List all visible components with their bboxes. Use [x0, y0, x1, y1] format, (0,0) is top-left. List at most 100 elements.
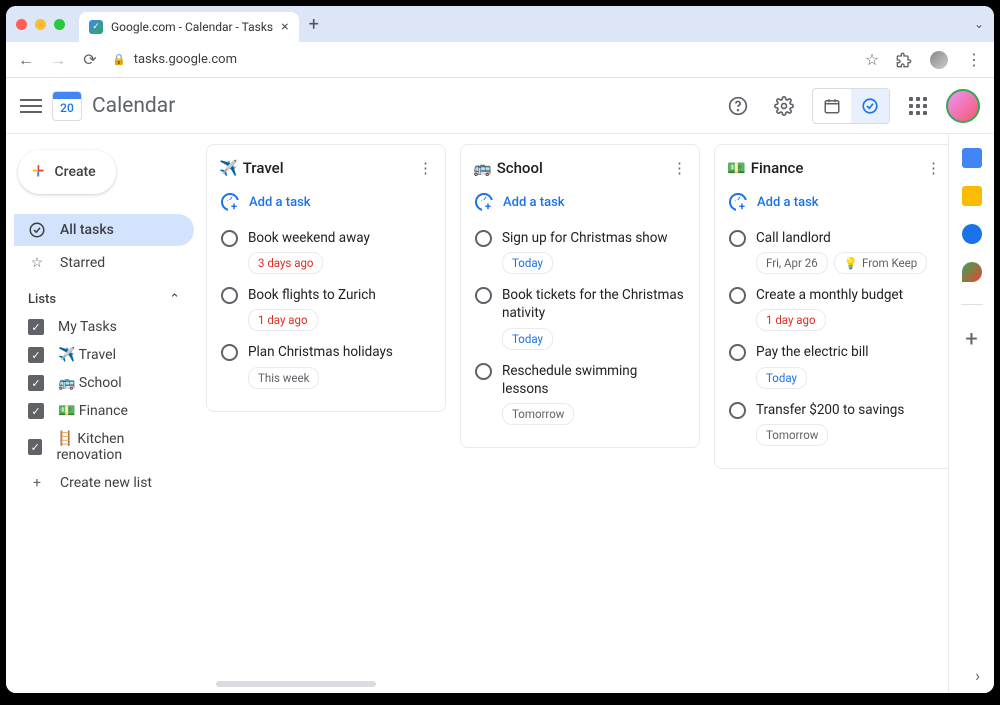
add-task-button[interactable]: Add a task: [473, 187, 687, 223]
create-list-label: Create new list: [60, 475, 152, 491]
task-complete-radio[interactable]: [221, 287, 238, 304]
add-task-button[interactable]: Add a task: [727, 187, 941, 223]
calendar-view-button[interactable]: [813, 89, 851, 123]
task-row[interactable]: Book weekend away 3 days ago: [219, 223, 433, 280]
task-row[interactable]: Call landlord Fri, Apr 26💡From Keep: [727, 223, 941, 280]
task-row[interactable]: Pay the electric bill Today: [727, 337, 941, 394]
task-pill: Today: [756, 367, 807, 389]
add-task-icon: [729, 193, 747, 211]
task-title: Call landlord: [756, 229, 939, 247]
horizontal-scrollbar[interactable]: [216, 681, 376, 687]
forward-button[interactable]: →: [48, 50, 68, 70]
bookmark-icon[interactable]: ☆: [862, 50, 882, 69]
checkbox-icon[interactable]: [28, 319, 44, 335]
task-pill: 3 days ago: [248, 252, 323, 274]
app-header: 20 Calendar: [6, 78, 994, 134]
task-complete-radio[interactable]: [221, 230, 238, 247]
task-title: Reschedule swimming lessons: [502, 362, 685, 398]
sidebar-list-item[interactable]: 💵 Finance: [14, 397, 194, 425]
task-column: 🚌School ⋮ Add a task Sign up for Christm…: [460, 144, 700, 448]
back-button[interactable]: ←: [16, 50, 36, 70]
task-complete-radio[interactable]: [729, 402, 746, 419]
profile-avatar-small[interactable]: [930, 51, 950, 69]
sidepanel-add-button[interactable]: +: [965, 327, 977, 352]
list-item-label: 💵 Finance: [58, 403, 128, 419]
column-menu-icon[interactable]: ⋮: [672, 159, 687, 177]
task-complete-radio[interactable]: [221, 344, 238, 361]
google-apps-button[interactable]: [900, 88, 936, 124]
close-tab-icon[interactable]: ×: [281, 19, 288, 35]
column-menu-icon[interactable]: ⋮: [926, 159, 941, 177]
create-label: Create: [54, 164, 95, 180]
task-complete-radio[interactable]: [729, 230, 746, 247]
plus-icon: +: [28, 475, 46, 491]
sidebar-label: All tasks: [60, 222, 114, 238]
task-complete-radio[interactable]: [729, 344, 746, 361]
task-title: Book weekend away: [248, 229, 431, 247]
task-pill: Today: [502, 328, 553, 350]
task-row[interactable]: Transfer $200 to savings Tomorrow: [727, 395, 941, 452]
sidepanel-calendar-icon[interactable]: [962, 148, 982, 168]
view-switch: [812, 88, 890, 124]
sidebar-list-item[interactable]: ✈️ Travel: [14, 341, 194, 369]
site-info-icon[interactable]: 🔒: [112, 53, 126, 66]
maximize-window-button[interactable]: [54, 19, 65, 30]
browser-menu-icon[interactable]: ⋮: [964, 50, 984, 69]
checkbox-icon[interactable]: [28, 347, 44, 363]
task-pill: Tomorrow: [502, 403, 574, 425]
tabs-dropdown-icon[interactable]: ⌄: [974, 17, 984, 31]
close-window-button[interactable]: [16, 19, 27, 30]
minimize-window-button[interactable]: [35, 19, 46, 30]
task-complete-radio[interactable]: [729, 287, 746, 304]
reload-button[interactable]: ⟳: [80, 50, 100, 69]
task-complete-radio[interactable]: [475, 230, 492, 247]
list-item-label: 🚌 School: [58, 375, 122, 391]
task-column: 💵Finance ⋮ Add a task Call landlord Fri,…: [714, 144, 948, 469]
sidebar-item-starred[interactable]: ☆ Starred: [14, 248, 194, 278]
task-row[interactable]: Create a monthly budget 1 day ago: [727, 280, 941, 337]
task-complete-radio[interactable]: [475, 363, 492, 380]
add-task-button[interactable]: Add a task: [219, 187, 433, 223]
sidebar-list-item[interactable]: 🚌 School: [14, 369, 194, 397]
check-circle-icon: [28, 221, 46, 239]
list-item-label: 🪜 Kitchen renovation: [56, 431, 180, 463]
add-task-label: Add a task: [503, 195, 565, 210]
browser-tab-strip: ✓ Google.com - Calendar - Tasks × + ⌄: [6, 6, 994, 42]
collapse-sidepanel-icon[interactable]: ›: [975, 666, 980, 685]
create-button[interactable]: + Create: [18, 150, 116, 194]
task-row[interactable]: Reschedule swimming lessons Tomorrow: [473, 356, 687, 431]
task-board: ✈️Travel ⋮ Add a task Book weekend away …: [202, 134, 948, 693]
column-title: 🚌School: [473, 159, 543, 177]
sidepanel-contacts-icon[interactable]: [962, 224, 982, 244]
sidebar-label: Starred: [60, 255, 105, 271]
tasks-view-button[interactable]: [851, 89, 889, 123]
task-pill: 1 day ago: [756, 309, 826, 331]
sidebar-item-all-tasks[interactable]: All tasks: [14, 214, 194, 246]
add-task-label: Add a task: [249, 195, 311, 210]
task-row[interactable]: Book flights to Zurich 1 day ago: [219, 280, 433, 337]
sidebar-list-item[interactable]: My Tasks: [14, 313, 194, 341]
task-complete-radio[interactable]: [475, 287, 492, 304]
task-row[interactable]: Plan Christmas holidays This week: [219, 337, 433, 394]
new-tab-button[interactable]: +: [309, 14, 319, 35]
sidebar-list-item[interactable]: 🪜 Kitchen renovation: [14, 425, 194, 469]
sidebar-lists-header[interactable]: Lists ⌃: [14, 280, 194, 313]
list-item-label: ✈️ Travel: [58, 347, 116, 363]
sidepanel-maps-icon[interactable]: [962, 262, 982, 282]
create-new-list[interactable]: + Create new list: [14, 469, 194, 497]
support-button[interactable]: [720, 88, 756, 124]
account-avatar[interactable]: [946, 89, 980, 123]
main-menu-button[interactable]: [20, 95, 42, 117]
task-title: Create a monthly budget: [756, 286, 939, 304]
url-field[interactable]: 🔒 tasks.google.com: [112, 52, 850, 67]
checkbox-icon[interactable]: [28, 375, 44, 391]
column-menu-icon[interactable]: ⋮: [418, 159, 433, 177]
task-row[interactable]: Sign up for Christmas show Today: [473, 223, 687, 280]
browser-tab[interactable]: ✓ Google.com - Calendar - Tasks ×: [79, 12, 299, 42]
extensions-icon[interactable]: [896, 52, 916, 68]
checkbox-icon[interactable]: [28, 439, 42, 455]
checkbox-icon[interactable]: [28, 403, 44, 419]
settings-button[interactable]: [766, 88, 802, 124]
task-row[interactable]: Book tickets for the Christmas nativity …: [473, 280, 687, 355]
sidepanel-keep-icon[interactable]: [962, 186, 982, 206]
